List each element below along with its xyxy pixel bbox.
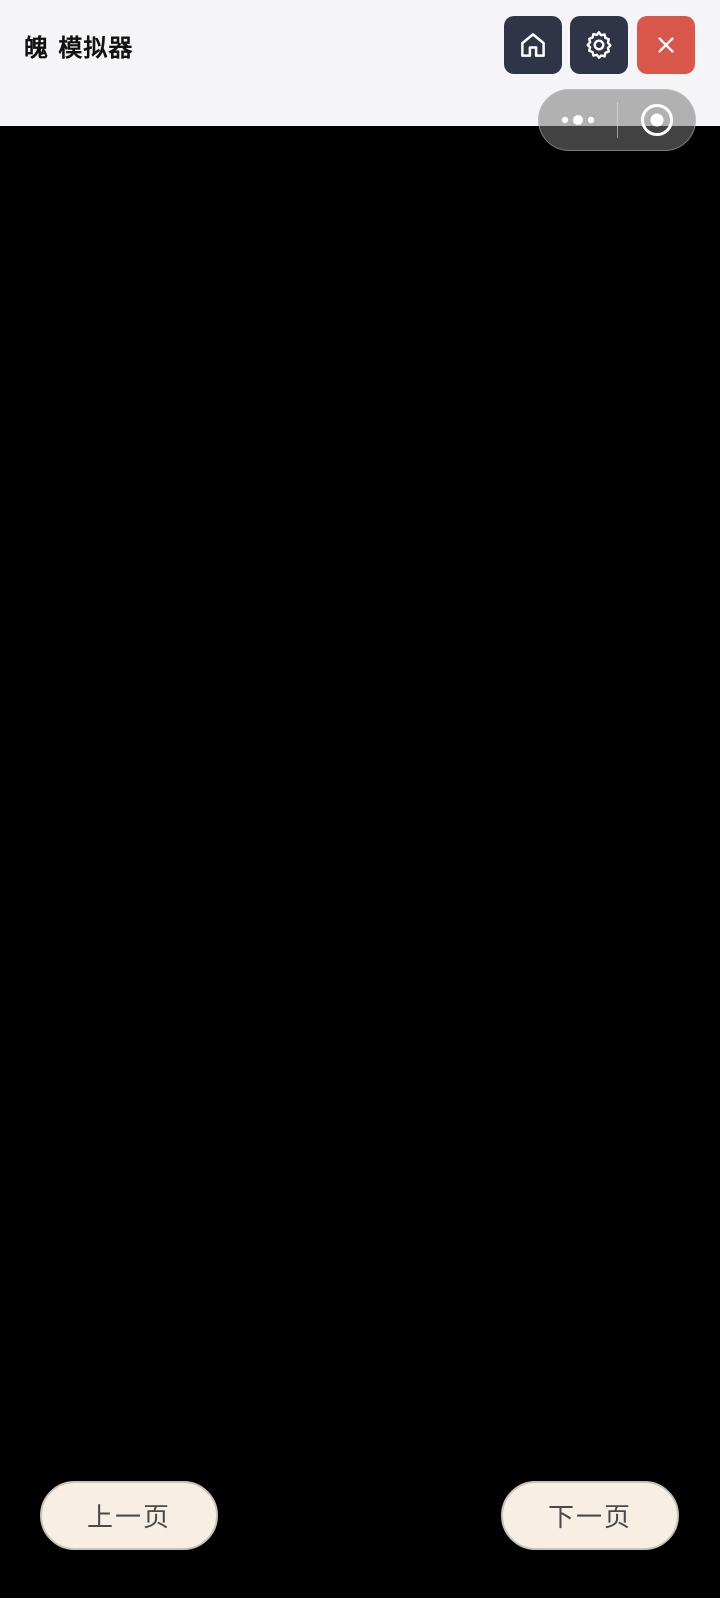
target-circle-icon [640, 104, 673, 136]
capsule-exit-button[interactable] [618, 90, 695, 150]
close-icon [658, 37, 674, 53]
prev-page-button[interactable]: 上一页 [40, 1481, 218, 1550]
capsule-more-button[interactable] [539, 90, 617, 150]
home-button[interactable] [504, 16, 562, 74]
next-page-button[interactable]: 下一页 [501, 1481, 679, 1550]
home-icon [521, 33, 545, 57]
more-dots-icon [561, 115, 595, 125]
app-title: 魄 模拟器 [24, 34, 134, 62]
mini-program-capsule [538, 89, 696, 151]
game-canvas[interactable] [0, 126, 720, 1598]
gear-icon [586, 31, 612, 59]
close-button[interactable] [637, 16, 695, 74]
settings-button[interactable] [570, 16, 628, 74]
